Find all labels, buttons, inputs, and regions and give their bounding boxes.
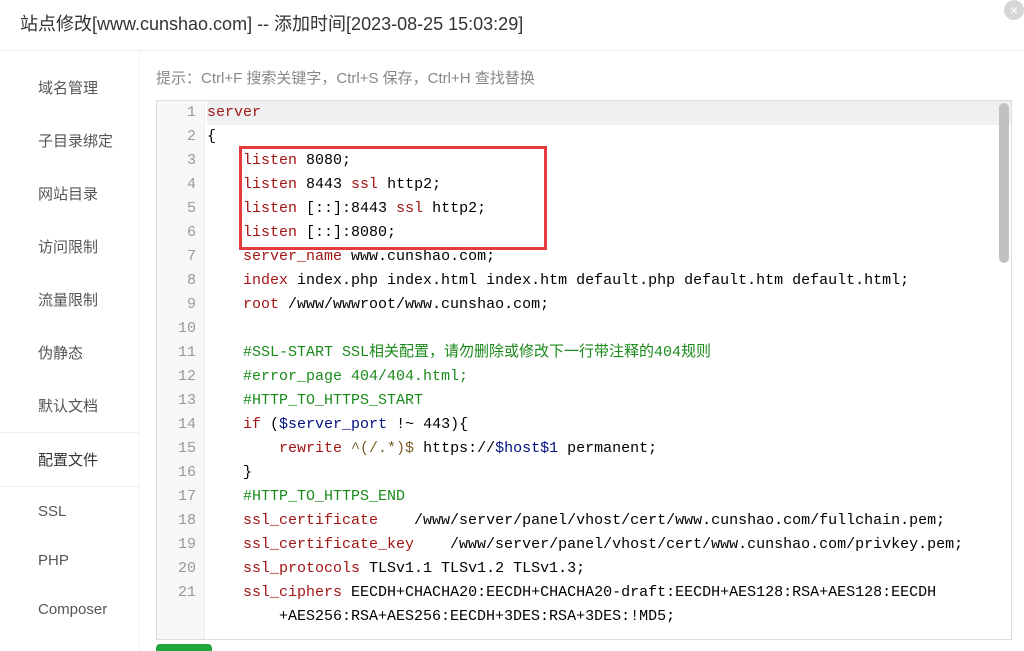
line-number: 5 — [165, 197, 196, 221]
code-editor[interactable]: 123456789101112131415161718192021 server… — [156, 100, 1012, 640]
code-line[interactable]: } — [207, 461, 1011, 485]
code-line[interactable]: if ($server_port !~ 443){ — [207, 413, 1011, 437]
sidebar-item-10[interactable]: Composer — [0, 585, 139, 634]
sidebar-item-1[interactable]: 子目录绑定 — [0, 114, 139, 167]
code-line[interactable]: ssl_protocols TLSv1.1 TLSv1.2 TLSv1.3; — [207, 557, 1011, 581]
sidebar-item-0[interactable]: 域名管理 — [0, 61, 139, 114]
line-number: 9 — [165, 293, 196, 317]
sidebar-item-3[interactable]: 访问限制 — [0, 220, 139, 273]
close-icon[interactable]: × — [1004, 0, 1024, 20]
line-number: 17 — [165, 485, 196, 509]
code-line[interactable]: listen 8080; — [207, 149, 1011, 173]
line-number: 20 — [165, 557, 196, 581]
code-line[interactable]: server — [207, 101, 1011, 125]
code-line[interactable]: #error_page 404/404.html; — [207, 365, 1011, 389]
code-area[interactable]: server{ listen 8080; listen 8443 ssl htt… — [205, 101, 1011, 639]
sidebar-item-4[interactable]: 流量限制 — [0, 273, 139, 326]
code-line[interactable]: listen 8443 ssl http2; — [207, 173, 1011, 197]
line-number: 16 — [165, 461, 196, 485]
editor-hint: 提示：Ctrl+F 搜索关键字，Ctrl+S 保存，Ctrl+H 查找替换 — [156, 67, 1012, 88]
line-number: 6 — [165, 221, 196, 245]
sidebar-item-9[interactable]: PHP — [0, 536, 139, 585]
line-number: 2 — [165, 125, 196, 149]
content-panel: 提示：Ctrl+F 搜索关键字，Ctrl+S 保存，Ctrl+H 查找替换 12… — [140, 51, 1024, 651]
line-number: 19 — [165, 533, 196, 557]
code-line[interactable]: #HTTP_TO_HTTPS_START — [207, 389, 1011, 413]
code-line[interactable]: ssl_certificate /www/server/panel/vhost/… — [207, 509, 1011, 533]
code-line[interactable]: rewrite ^(/.*)$ https://$host$1 permanen… — [207, 437, 1011, 461]
line-number: 1 — [165, 101, 196, 125]
line-number-gutter: 123456789101112131415161718192021 — [157, 101, 205, 639]
code-line[interactable]: #SSL-START SSL相关配置，请勿删除或修改下一行带注释的404规则 — [207, 341, 1011, 365]
code-line[interactable]: listen [::]:8443 ssl http2; — [207, 197, 1011, 221]
save-button[interactable] — [156, 644, 212, 651]
code-line[interactable]: +AES256:RSA+AES256:EECDH+3DES:RSA+3DES:!… — [207, 605, 1011, 629]
sidebar-item-8[interactable]: SSL — [0, 487, 139, 536]
code-line[interactable]: #HTTP_TO_HTTPS_END — [207, 485, 1011, 509]
line-number: 18 — [165, 509, 196, 533]
code-line[interactable]: ssl_ciphers EECDH+CHACHA20:EECDH+CHACHA2… — [207, 581, 1011, 605]
scrollbar-thumb[interactable] — [999, 103, 1009, 263]
sidebar: 域名管理子目录绑定网站目录访问限制流量限制伪静态默认文档配置文件SSLPHPCo… — [0, 51, 140, 651]
line-number: 8 — [165, 269, 196, 293]
vertical-scrollbar[interactable] — [999, 103, 1009, 633]
line-number — [165, 605, 196, 629]
code-line[interactable]: listen [::]:8080; — [207, 221, 1011, 245]
code-line[interactable]: root /www/wwwroot/www.cunshao.com; — [207, 293, 1011, 317]
line-number: 13 — [165, 389, 196, 413]
code-line[interactable]: index index.php index.html index.htm def… — [207, 269, 1011, 293]
line-number: 4 — [165, 173, 196, 197]
dialog-title: 站点修改[www.cunshao.com] -- 添加时间[2023-08-25… — [0, 0, 1024, 51]
code-line[interactable]: server_name www.cunshao.com; — [207, 245, 1011, 269]
line-number: 10 — [165, 317, 196, 341]
line-number: 15 — [165, 437, 196, 461]
sidebar-item-7[interactable]: 配置文件 — [0, 432, 139, 487]
code-line[interactable]: ssl_certificate_key /www/server/panel/vh… — [207, 533, 1011, 557]
line-number: 14 — [165, 413, 196, 437]
sidebar-item-2[interactable]: 网站目录 — [0, 167, 139, 220]
line-number: 12 — [165, 365, 196, 389]
code-line[interactable] — [207, 317, 1011, 341]
sidebar-item-5[interactable]: 伪静态 — [0, 326, 139, 379]
line-number: 3 — [165, 149, 196, 173]
line-number: 7 — [165, 245, 196, 269]
line-number: 11 — [165, 341, 196, 365]
code-line[interactable]: { — [207, 125, 1011, 149]
line-number: 21 — [165, 581, 196, 605]
sidebar-item-6[interactable]: 默认文档 — [0, 379, 139, 432]
